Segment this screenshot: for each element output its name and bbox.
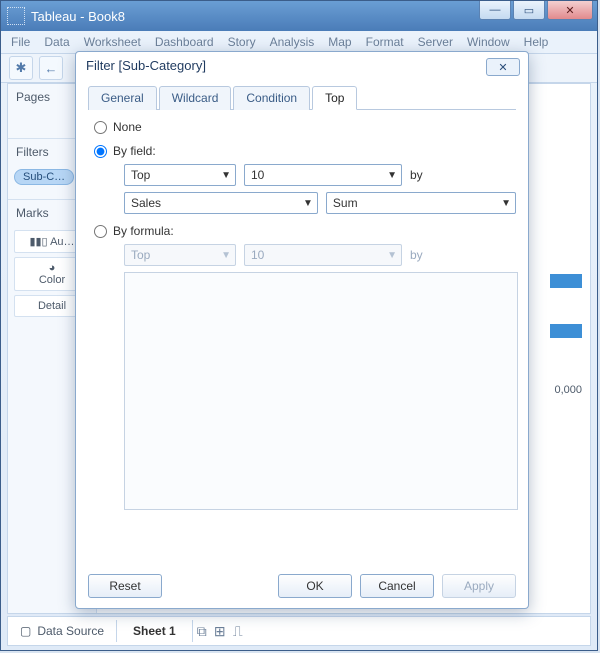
- dialog-close-button[interactable]: ✕: [486, 58, 520, 76]
- app-title: Tableau - Book8: [31, 9, 125, 24]
- close-button[interactable]: ✕: [547, 1, 593, 20]
- app-icon: [7, 7, 25, 25]
- menu-format[interactable]: Format: [366, 35, 404, 49]
- option-by-formula[interactable]: By formula:: [94, 224, 516, 238]
- menu-dashboard[interactable]: Dashboard: [155, 35, 214, 49]
- by-label-1: by: [410, 168, 423, 182]
- formula-textarea: [124, 272, 518, 510]
- tab-top[interactable]: Top: [312, 86, 357, 110]
- option-none[interactable]: None: [94, 120, 516, 134]
- radio-by-field[interactable]: [94, 145, 107, 158]
- menu-map[interactable]: Map: [328, 35, 351, 49]
- tableau-logo-icon[interactable]: ✱: [9, 56, 33, 80]
- field-count-combo[interactable]: 10▼: [244, 164, 402, 186]
- back-button[interactable]: ←: [39, 56, 63, 80]
- reset-button[interactable]: Reset: [88, 574, 162, 598]
- new-worksheet-icon[interactable]: ⧉: [193, 623, 211, 640]
- menu-file[interactable]: File: [11, 35, 30, 49]
- field-measure-combo[interactable]: Sales▼: [124, 192, 318, 214]
- formula-count-combo: 10▼: [244, 244, 402, 266]
- menu-help[interactable]: Help: [524, 35, 549, 49]
- new-story-icon[interactable]: ⎍: [229, 623, 247, 640]
- color-icon: ◕: [49, 262, 56, 274]
- menu-window[interactable]: Window: [467, 35, 510, 49]
- filter-dialog: Filter [Sub-Category] ✕ General Wildcard…: [75, 51, 529, 609]
- field-agg-combo[interactable]: Sum▼: [326, 192, 516, 214]
- filter-pill-subcategory[interactable]: Sub-C…: [14, 169, 74, 185]
- formula-direction-combo: Top▼: [124, 244, 236, 266]
- menu-story[interactable]: Story: [228, 35, 256, 49]
- tab-wildcard[interactable]: Wildcard: [159, 86, 232, 110]
- new-dashboard-icon[interactable]: ⊞: [211, 623, 229, 640]
- dialog-button-row: Reset OK Cancel Apply: [88, 574, 516, 598]
- axis-tick-label: 0,000: [554, 384, 582, 396]
- ok-button[interactable]: OK: [278, 574, 352, 598]
- dialog-tabs: General Wildcard Condition Top: [88, 85, 516, 110]
- radio-by-formula[interactable]: [94, 225, 107, 238]
- viz-bars: [550, 274, 582, 374]
- menu-analysis[interactable]: Analysis: [270, 35, 315, 49]
- radio-none[interactable]: [94, 121, 107, 134]
- maximize-button[interactable]: ▭: [513, 1, 545, 20]
- field-direction-combo[interactable]: Top▼: [124, 164, 236, 186]
- by-label-2: by: [410, 248, 423, 262]
- tab-general[interactable]: General: [88, 86, 157, 110]
- menu-worksheet[interactable]: Worksheet: [84, 35, 141, 49]
- minimize-button[interactable]: —: [479, 1, 511, 20]
- menu-data[interactable]: Data: [44, 35, 69, 49]
- sheet1-tab[interactable]: Sheet 1: [116, 620, 193, 642]
- option-by-field[interactable]: By field:: [94, 144, 516, 158]
- apply-button[interactable]: Apply: [442, 574, 516, 598]
- app-window: Tableau - Book8 — ▭ ✕ File Data Workshee…: [0, 0, 598, 651]
- data-source-tab[interactable]: ▢ Data Source: [8, 620, 116, 642]
- cancel-button[interactable]: Cancel: [360, 574, 434, 598]
- dialog-title: Filter [Sub-Category] ✕: [76, 52, 528, 79]
- sheet-tab-bar: ▢ Data Source Sheet 1 ⧉ ⊞ ⎍: [7, 616, 591, 646]
- tab-condition[interactable]: Condition: [233, 86, 310, 110]
- bar-icon: ▮▮▯: [29, 236, 47, 248]
- data-source-icon: ▢: [20, 624, 31, 638]
- menu-server[interactable]: Server: [418, 35, 453, 49]
- titlebar: Tableau - Book8 — ▭ ✕: [1, 1, 597, 31]
